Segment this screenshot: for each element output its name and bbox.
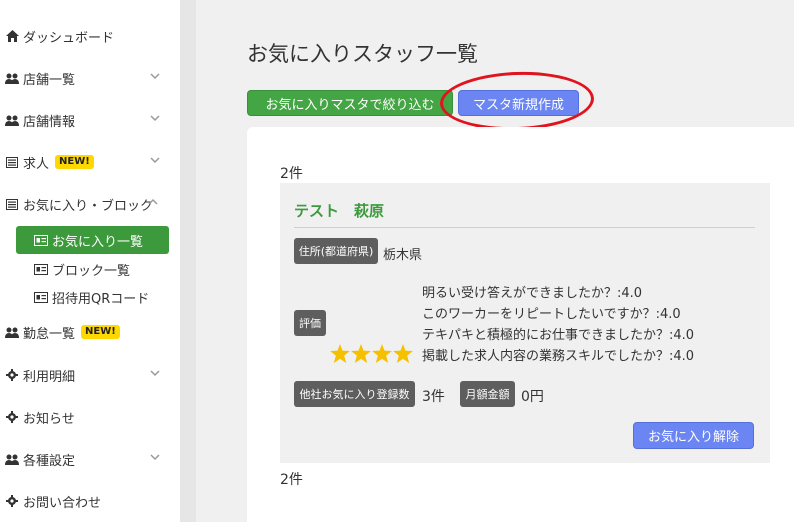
sidebar-item-label: 店舗情報 — [23, 114, 76, 130]
evaluation-label: 評価 — [294, 310, 326, 336]
id-card-icon — [34, 234, 48, 246]
sidebar-item-label: お気に入り・ブロック — [23, 198, 154, 214]
sidebar-item-settings[interactable]: 各種設定 — [0, 446, 175, 472]
other-company-favorites-value: 3件 — [422, 389, 445, 405]
evaluation-item: このワーカーをリピートしたいですか？:4.0 — [422, 307, 681, 322]
sidebar-item-label: お問い合わせ — [23, 495, 102, 511]
address-label: 住所(都道府県) — [294, 238, 378, 264]
gear-icon — [5, 494, 19, 508]
sidebar-subitem-label: お気に入り一覧 — [52, 234, 144, 250]
monthly-amount-value: 0円 — [521, 389, 544, 405]
new-master-button[interactable]: マスタ新規作成 — [458, 90, 579, 116]
sidebar-subitem-block-list[interactable]: ブロック一覧 — [16, 255, 169, 283]
home-icon — [5, 29, 19, 43]
sidebar-item-dashboard[interactable]: ダッシュボード — [0, 23, 175, 49]
new-badge: NEW! — [55, 155, 94, 169]
gear-icon — [5, 368, 19, 382]
new-badge: NEW! — [81, 325, 120, 339]
id-card-icon — [34, 263, 48, 275]
users-icon — [5, 452, 19, 466]
sidebar-item-label: 求人 — [23, 156, 50, 172]
sidebar-item-contact[interactable]: お問い合わせ — [0, 488, 175, 514]
chevron-down-icon — [150, 73, 160, 80]
users-icon — [5, 113, 19, 127]
staff-card — [280, 183, 770, 463]
filter-by-favorite-master-button[interactable]: お気に入りマスタで絞り込む — [247, 90, 453, 116]
sidebar-item-attendance[interactable]: 勤怠一覧 NEW! — [0, 319, 175, 345]
sidebar-item-store-list[interactable]: 店舗一覧 — [0, 65, 175, 91]
sidebar-subitem-invite-qr[interactable]: 招待用QRコード — [16, 283, 169, 311]
sidebar-item-label: ダッシュボード — [23, 30, 115, 46]
star-icon — [372, 344, 392, 363]
chevron-up-icon — [148, 198, 158, 205]
chevron-down-icon — [150, 454, 160, 461]
other-company-favorites-label: 他社お気に入り登録数 — [294, 381, 415, 407]
sidebar-item-label: お知らせ — [23, 411, 75, 427]
sidebar-subitem-label: 招待用QRコード — [52, 291, 150, 307]
page-title: お気に入りスタッフ一覧 — [247, 42, 478, 66]
evaluation-item: 掲載した求人内容の業務スキルでしたか？:4.0 — [422, 349, 695, 364]
gear-icon — [5, 410, 19, 424]
rating-stars — [330, 344, 413, 363]
sidebar-item-label: 店舗一覧 — [23, 72, 76, 88]
list-icon — [5, 155, 19, 169]
evaluation-item: テキパキと積極的にお仕事できましたか？:4.0 — [422, 328, 695, 343]
star-icon — [351, 344, 371, 363]
staff-name[interactable]: テスト 萩原 — [294, 200, 384, 221]
sidebar-item-usage-details[interactable]: 利用明細 — [0, 362, 175, 388]
evaluation-item: 明るい受け答えができましたか？:4.0 — [422, 286, 643, 301]
sidebar-item-jobs[interactable]: 求人 NEW! — [0, 149, 175, 175]
card-divider — [294, 227, 755, 228]
chevron-down-icon — [150, 370, 160, 377]
sidebar: ダッシュボード 店舗一覧 店舗情報 求人 NEW! お気に入り・ブロック お気に… — [0, 0, 180, 522]
users-icon — [5, 71, 19, 85]
sidebar-item-store-info[interactable]: 店舗情報 — [0, 107, 175, 133]
star-icon — [330, 344, 350, 363]
monthly-amount-label: 月額金額 — [460, 381, 515, 407]
sidebar-item-label: 各種設定 — [23, 453, 76, 469]
result-count: 2件 — [280, 166, 303, 182]
star-icon — [393, 344, 413, 363]
id-card-icon — [34, 291, 48, 303]
list-icon — [5, 197, 19, 211]
sidebar-divider — [180, 0, 196, 522]
chevron-down-icon — [150, 115, 160, 122]
result-count-bottom: 2件 — [280, 472, 303, 488]
sidebar-item-label: 利用明細 — [23, 369, 76, 385]
remove-favorite-button[interactable]: お気に入り解除 — [633, 422, 754, 449]
address-value: 栃木県 — [383, 248, 423, 263]
chevron-down-icon — [150, 157, 160, 164]
sidebar-subitem-favorites-list[interactable]: お気に入り一覧 — [16, 226, 169, 254]
sidebar-item-label: 勤怠一覧 — [23, 326, 76, 342]
sidebar-subitem-label: ブロック一覧 — [52, 263, 131, 279]
sidebar-item-favorites-block[interactable]: お気に入り・ブロック — [0, 191, 175, 217]
sidebar-item-notices[interactable]: お知らせ — [0, 404, 175, 430]
users-icon — [5, 325, 19, 339]
